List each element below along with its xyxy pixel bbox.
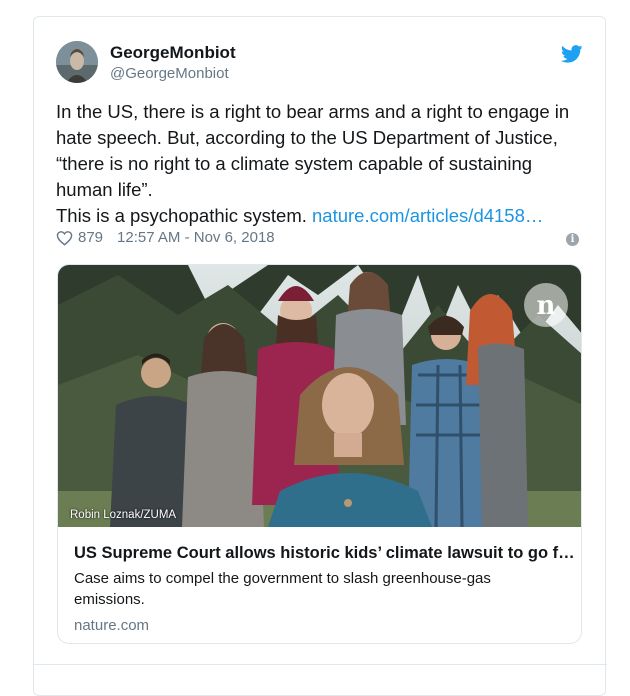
like-count[interactable]: 879 bbox=[78, 229, 103, 246]
card-title[interactable]: US Supreme Court allows historic kids’ c… bbox=[74, 544, 575, 563]
avatar[interactable] bbox=[56, 41, 98, 83]
heart-icon[interactable] bbox=[56, 230, 73, 246]
nature-logo-icon: n bbox=[524, 283, 568, 327]
display-name[interactable]: GeorgeMonbiot bbox=[110, 43, 236, 63]
twitter-bird-icon[interactable] bbox=[561, 45, 583, 63]
nature-logo-letter: n bbox=[537, 291, 556, 321]
tweet-text-line: human life”. bbox=[56, 179, 153, 200]
tweet-link[interactable]: nature.com/articles/d4158… bbox=[312, 205, 543, 226]
card-domain: nature.com bbox=[74, 617, 150, 634]
tweet-text-line: hate speech. But, according to the US De… bbox=[56, 127, 558, 148]
user-handle[interactable]: @GeorgeMonbiot bbox=[110, 65, 229, 82]
tweet-text-line-last: This is a psychopathic system. nature.co… bbox=[56, 203, 586, 229]
card-description: Case aims to compel the government to sl… bbox=[74, 570, 491, 608]
tweet-timestamp[interactable]: 12:57 AM - Nov 6, 2018 bbox=[117, 229, 275, 246]
tweet-meta: 879 12:57 AM - Nov 6, 2018 bbox=[56, 229, 275, 246]
tweet-text-line: In the US, there is a right to bear arms… bbox=[56, 101, 570, 122]
embedded-tweet: GeorgeMonbiot @GeorgeMonbiot In the US, … bbox=[33, 16, 607, 696]
info-icon[interactable]: i bbox=[566, 233, 579, 246]
card-photo[interactable]: n Robin Loznak/ZUMA bbox=[58, 265, 581, 527]
photo-credit: Robin Loznak/ZUMA bbox=[70, 509, 177, 521]
divider bbox=[34, 664, 607, 665]
tweet-text-line: “there is no right to a climate system c… bbox=[56, 153, 533, 174]
link-card[interactable]: n Robin Loznak/ZUMA US Supreme Court all… bbox=[57, 264, 582, 644]
tweet-text: In the US, there is a right to bear arms… bbox=[56, 99, 586, 229]
tweet-text-segment: This is a psychopathic system. bbox=[56, 205, 313, 226]
